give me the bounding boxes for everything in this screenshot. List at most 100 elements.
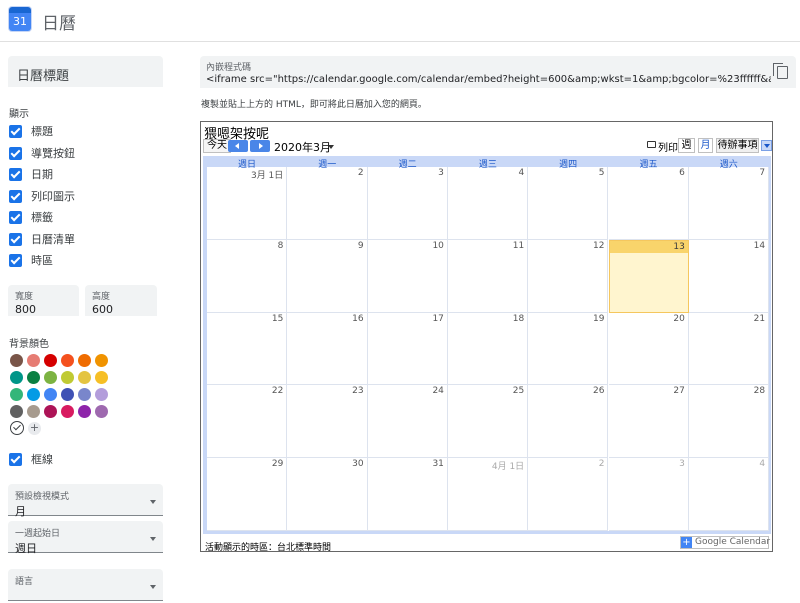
day-cell[interactable]: 3 — [608, 458, 689, 531]
day-cell[interactable]: 30 — [287, 458, 368, 531]
checkbox-checked-icon[interactable] — [9, 189, 22, 203]
checkbox-checked-icon[interactable] — [9, 167, 22, 181]
add-plus-icon[interactable]: + — [681, 537, 692, 548]
color-swatch[interactable] — [78, 354, 91, 367]
checkbox-date[interactable]: 日期 — [9, 166, 53, 182]
tab-agenda[interactable]: 待辦事項 — [716, 138, 759, 153]
color-swatch[interactable] — [78, 371, 91, 384]
day-cell[interactable]: 4 — [688, 458, 770, 531]
checkbox-print-icon[interactable]: 列印圖示 — [9, 188, 75, 204]
language-select[interactable]: 語言 — [8, 569, 163, 601]
day-cell[interactable]: 25 — [447, 385, 529, 459]
color-swatch[interactable] — [44, 388, 57, 401]
checkbox-tabs[interactable]: 標籤 — [9, 209, 53, 225]
day-cell[interactable]: 8 — [207, 239, 288, 313]
color-swatch[interactable] — [61, 388, 74, 401]
day-cell[interactable]: 14 — [688, 239, 770, 313]
calendar-list-dropdown-icon[interactable] — [761, 140, 772, 151]
checkbox-checked-icon[interactable] — [9, 232, 22, 246]
day-cell[interactable]: 5 — [528, 167, 609, 240]
day-cell[interactable]: 23 — [287, 385, 368, 459]
day-cell[interactable]: 10 — [367, 239, 448, 313]
day-cell[interactable]: 29 — [207, 458, 288, 531]
color-swatch[interactable] — [27, 388, 40, 401]
add-custom-color-icon[interactable]: + — [28, 422, 41, 435]
day-cell[interactable]: 7 — [688, 167, 770, 240]
checkbox-timezone[interactable]: 時區 — [9, 252, 53, 268]
color-swatch[interactable] — [78, 388, 91, 401]
selected-color-check-icon[interactable] — [10, 421, 24, 435]
day-cell[interactable]: 3月 1日 — [207, 167, 288, 240]
color-swatch[interactable] — [27, 405, 40, 418]
default-view-select[interactable]: 預設檢視模式 月 — [8, 484, 163, 518]
day-cell[interactable]: 27 — [608, 385, 689, 459]
width-field[interactable]: 寬度 800 — [8, 285, 79, 316]
day-cell[interactable]: 12 — [528, 239, 609, 313]
color-swatch[interactable] — [95, 371, 108, 384]
day-cell[interactable]: 2 — [528, 458, 609, 531]
day-cell[interactable]: 17 — [367, 312, 448, 386]
day-cell[interactable]: 6 — [608, 167, 689, 240]
print-button[interactable]: 列印 — [658, 139, 678, 154]
color-swatch[interactable] — [44, 371, 57, 384]
day-cell[interactable]: 24 — [367, 385, 448, 459]
current-month-label[interactable]: 2020年3月 — [274, 139, 331, 155]
checkbox-checked-icon[interactable] — [9, 210, 22, 224]
checkbox-title[interactable]: 標題 — [9, 123, 53, 139]
calendar-title-field[interactable]: 日曆標題 — [8, 56, 163, 87]
day-cell[interactable]: 4月 1日 — [447, 458, 529, 531]
checkbox-checked-icon[interactable] — [9, 124, 22, 138]
month-dropdown-icon[interactable] — [328, 145, 334, 149]
prev-arrow-icon[interactable] — [228, 140, 248, 152]
color-swatch[interactable] — [10, 405, 23, 418]
height-value[interactable]: 600 — [92, 303, 150, 316]
color-swatch[interactable] — [44, 354, 57, 367]
day-cell[interactable]: 26 — [528, 385, 609, 459]
day-cell[interactable]: 18 — [447, 312, 529, 386]
embed-code-field[interactable]: 內嵌程式碼 <iframe src="https://calendar.goog… — [200, 56, 796, 88]
color-swatch[interactable] — [27, 354, 40, 367]
color-swatch[interactable] — [61, 405, 74, 418]
day-cell[interactable]: 31 — [367, 458, 448, 531]
day-cell[interactable]: 20 — [608, 312, 689, 386]
height-field[interactable]: 高度 600 — [85, 285, 157, 316]
color-swatch[interactable] — [95, 388, 108, 401]
color-swatch[interactable] — [61, 371, 74, 384]
checkbox-checked-icon[interactable] — [9, 146, 22, 160]
checkbox-nav-buttons[interactable]: 導覽按鈕 — [9, 145, 75, 161]
day-cell[interactable]: 21 — [688, 312, 770, 386]
day-cell[interactable]: 4 — [447, 167, 529, 240]
day-cell[interactable]: 3 — [367, 167, 448, 240]
color-swatch[interactable] — [61, 354, 74, 367]
day-cell[interactable]: 19 — [528, 312, 609, 386]
day-cell[interactable]: 22 — [207, 385, 288, 459]
day-cell[interactable]: 9 — [287, 239, 368, 313]
checkbox-calendar-list[interactable]: 日曆清單 — [9, 231, 75, 247]
tab-week[interactable]: 週 — [678, 138, 695, 153]
today-button[interactable]: 今天 — [203, 139, 231, 153]
week-start-select[interactable]: 一週起始日 週日 — [8, 521, 163, 555]
checkbox-border[interactable]: 框線 — [9, 451, 53, 467]
copy-icon[interactable] — [773, 63, 788, 79]
width-value[interactable]: 800 — [15, 303, 72, 316]
checkbox-checked-icon[interactable] — [9, 253, 22, 267]
day-cell-today[interactable]: 13 — [608, 239, 689, 313]
color-swatch[interactable] — [10, 388, 23, 401]
color-swatch[interactable] — [10, 371, 23, 384]
color-swatch[interactable] — [27, 371, 40, 384]
print-icon[interactable] — [647, 141, 656, 148]
day-cell[interactable]: 28 — [688, 385, 770, 459]
day-cell[interactable]: 15 — [207, 312, 288, 386]
color-swatch[interactable] — [78, 405, 91, 418]
next-arrow-icon[interactable] — [250, 140, 270, 152]
checkbox-checked-icon[interactable] — [9, 452, 22, 466]
embed-code-text[interactable]: <iframe src="https://calendar.google.com… — [206, 74, 771, 85]
day-cell[interactable]: 2 — [287, 167, 368, 240]
color-swatch[interactable] — [44, 405, 57, 418]
color-swatch[interactable] — [95, 354, 108, 367]
color-swatch[interactable] — [95, 405, 108, 418]
day-cell[interactable]: 11 — [447, 239, 529, 313]
color-swatch[interactable] — [10, 354, 23, 367]
day-cell[interactable]: 16 — [287, 312, 368, 386]
google-calendar-badge[interactable]: + Google Calendar — [680, 536, 770, 549]
